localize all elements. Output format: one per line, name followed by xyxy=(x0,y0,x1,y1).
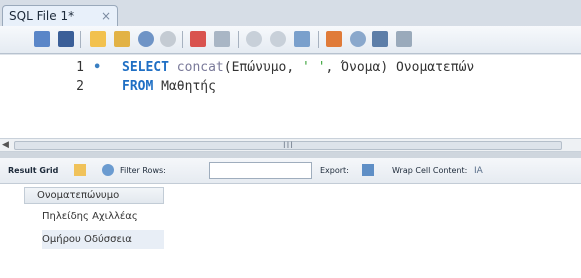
open-file-icon[interactable] xyxy=(34,31,50,47)
scroll-left-icon[interactable]: ◀ xyxy=(2,139,9,152)
save-icon[interactable] xyxy=(58,31,74,47)
filter-rows-label: Filter Rows: xyxy=(120,166,166,175)
result-grid: Ονοματεπώνυμο Πηλείδης Αχιλλέας Ομήρου Ο… xyxy=(0,184,581,278)
result-grid-label[interactable]: Result Grid xyxy=(8,166,58,175)
search-icon[interactable] xyxy=(350,31,366,47)
wrap-cell-icon[interactable]: IA xyxy=(474,166,483,176)
tab-strip: SQL File 1* × xyxy=(0,0,581,26)
sql-function: concat xyxy=(176,60,224,75)
invisible-chars-icon[interactable] xyxy=(372,31,388,47)
wrap-cell-content-label: Wrap Cell Content: xyxy=(392,166,468,175)
table-row[interactable]: Πηλείδης Αχιλλέας xyxy=(42,211,138,222)
close-icon[interactable]: × xyxy=(101,9,111,23)
beautify-icon[interactable] xyxy=(326,31,342,47)
sql-editor[interactable]: 1 • SELECT concat(Επώνυμο, ' ', Όνομα) Ο… xyxy=(0,55,581,138)
wrap-lines-icon[interactable] xyxy=(396,31,412,47)
editor-toolbar xyxy=(0,26,581,54)
result-grid-toolbar: Result Grid Filter Rows: Export: Wrap Ce… xyxy=(0,158,581,184)
editor-horizontal-scrollbar[interactable]: ◀ III xyxy=(0,138,581,152)
explain-icon[interactable] xyxy=(138,31,154,47)
execute-current-icon[interactable] xyxy=(114,31,130,47)
export-icon[interactable] xyxy=(362,164,374,176)
scrollbar-grip: III xyxy=(283,141,294,151)
current-line-marker-icon: • xyxy=(93,60,102,75)
sql-table: Μαθητής xyxy=(153,79,216,94)
grid-view-icon[interactable] xyxy=(74,164,86,176)
mysql-workbench-window: SQL File 1* × 1 • SELECT concat(Επώνυμο,… xyxy=(0,0,581,278)
toggle-error-icon[interactable] xyxy=(190,31,206,47)
export-label: Export: xyxy=(320,166,349,175)
tab-title: SQL File 1* xyxy=(9,9,75,23)
sql-keyword: FROM xyxy=(122,79,154,94)
limit-rows-icon[interactable] xyxy=(294,31,310,47)
stop-icon[interactable] xyxy=(160,31,176,47)
commit-icon[interactable] xyxy=(214,31,230,47)
auto-commit-icon[interactable] xyxy=(270,31,286,47)
rollback-icon[interactable] xyxy=(246,31,262,47)
filter-rows-input[interactable] xyxy=(209,162,312,179)
sql-keyword: SELECT xyxy=(122,60,169,75)
code-line-2: FROM Μαθητής xyxy=(122,79,216,94)
sql-string: ' ' xyxy=(302,60,326,75)
tab-sql-file[interactable]: SQL File 1* × xyxy=(2,5,118,26)
sql-alias: , Όνομα) Ονοματεπών xyxy=(325,60,475,75)
execute-icon[interactable] xyxy=(90,31,106,47)
code-line-1: SELECT concat(Επώνυμο, ' ', Όνομα) Ονομα… xyxy=(122,60,474,75)
scrollbar-thumb[interactable]: III xyxy=(14,141,562,151)
column-header[interactable]: Ονοματεπώνυμο xyxy=(24,187,164,204)
line-number: 2 xyxy=(76,79,84,94)
refresh-icon[interactable] xyxy=(102,164,114,176)
sql-args: (Επώνυμο, xyxy=(223,60,303,75)
line-number: 1 xyxy=(76,60,84,75)
table-row[interactable]: Ομήρου Οδύσσεια xyxy=(42,234,132,245)
